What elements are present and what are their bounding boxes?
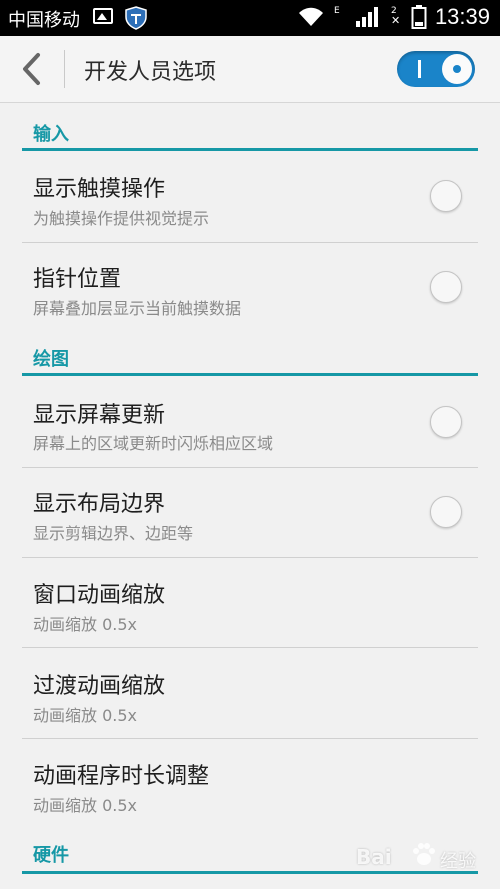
signal-icon	[355, 7, 378, 27]
network-e-label: E	[333, 6, 340, 16]
list-item-window-animation-scale[interactable]: 窗口动画缩放 动画缩放 0.5x	[0, 558, 500, 648]
toggle-knob	[442, 54, 472, 84]
item-title: 窗口动画缩放	[33, 583, 166, 608]
item-subtitle: 屏幕上的区域更新时闪烁相应区域	[33, 434, 274, 453]
battery-icon	[411, 5, 427, 29]
section-title: 输入	[33, 124, 69, 145]
show-layout-bounds-checkbox[interactable]	[430, 496, 462, 528]
no-signal-icon: ✕	[390, 14, 401, 27]
carrier-name: 中国移动	[8, 10, 80, 31]
paw-logo-icon	[413, 843, 435, 865]
shield-icon	[125, 6, 147, 30]
clock: 13:39	[434, 4, 490, 29]
list-item-pointer-location[interactable]: 指针位置 屏幕叠加层显示当前触摸数据	[0, 243, 500, 332]
baidu-watermark: Bai 经验	[356, 833, 496, 883]
list-item-animator-duration-scale[interactable]: 动画程序时长调整 动画缩放 0.5x	[0, 739, 500, 828]
page-title: 开发人员选项	[84, 60, 217, 85]
show-screen-updates-checkbox[interactable]	[430, 406, 462, 438]
item-subtitle: 为触摸操作提供视觉提示	[33, 209, 210, 228]
item-title: 显示布局边界	[33, 492, 166, 517]
item-subtitle: 显示剪辑边界、边距等	[33, 524, 194, 543]
list-item-transition-animation-scale[interactable]: 过渡动画缩放 动画缩放 0.5x	[0, 648, 500, 739]
section-title: 绘图	[33, 349, 69, 370]
developer-options-toggle[interactable]	[397, 51, 475, 87]
toolbar-divider	[64, 50, 65, 88]
pointer-location-checkbox[interactable]	[430, 271, 462, 303]
watermark-text: Bai	[356, 845, 392, 869]
section-divider	[22, 148, 478, 151]
item-subtitle: 动画缩放 0.5x	[33, 615, 138, 634]
image-notification-icon	[93, 8, 113, 24]
toggle-on-mark	[418, 60, 421, 78]
network-type-indicator: E	[333, 5, 347, 29]
back-arrow-icon[interactable]	[18, 52, 48, 86]
item-title: 显示触摸操作	[33, 177, 166, 202]
item-title: 动画程序时长调整	[33, 764, 210, 789]
list-item-show-layout-bounds[interactable]: 显示布局边界 显示剪辑边界、边距等	[0, 468, 500, 558]
show-touches-checkbox[interactable]	[430, 180, 462, 212]
section-title: 硬件	[33, 845, 69, 866]
sim2-indicator: 2 ✕	[389, 5, 403, 29]
section-drawing: 绘图	[0, 332, 500, 378]
item-subtitle: 屏幕叠加层显示当前触摸数据	[33, 299, 242, 318]
item-title: 过渡动画缩放	[33, 674, 166, 699]
item-title: 指针位置	[33, 267, 122, 292]
item-title: 显示屏幕更新	[33, 403, 166, 428]
list-item-show-screen-updates[interactable]: 显示屏幕更新 屏幕上的区域更新时闪烁相应区域	[0, 378, 500, 468]
list-item-show-touches[interactable]: 显示触摸操作 为触摸操作提供视觉提示	[0, 154, 500, 243]
wifi-icon	[298, 7, 323, 26]
section-input: 输入	[0, 102, 500, 154]
status-bar: 中国移动 E 2 ✕ 13:39	[0, 0, 500, 36]
item-subtitle: 动画缩放 0.5x	[33, 796, 138, 815]
section-divider	[22, 373, 478, 376]
watermark-cn-text: 经验	[440, 851, 476, 872]
item-subtitle: 动画缩放 0.5x	[33, 706, 138, 725]
